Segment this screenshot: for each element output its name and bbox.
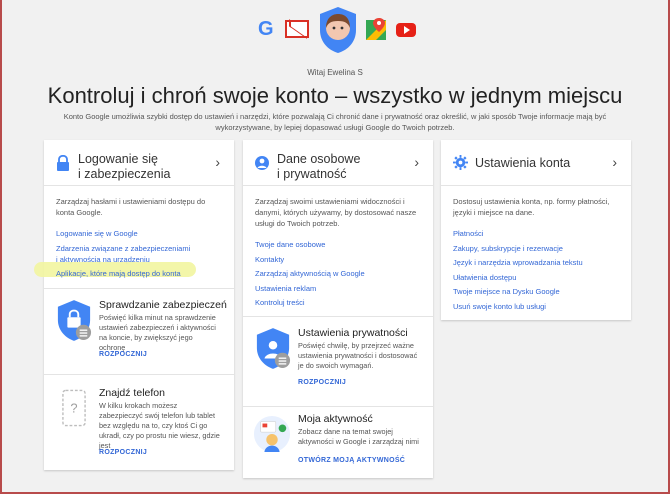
login-links: Logowanie się w Google Zdarzenia związan… [44, 218, 234, 279]
link-purchases[interactable]: Zakupy, subskrypcje i rezerwacje [453, 243, 619, 254]
login-security-card: Logowanie się i zabezpieczenia › Zarządz… [44, 140, 234, 470]
settings-links: Płatności Zakupy, subskrypcje i rezerwac… [441, 218, 631, 312]
security-check-shield-icon [57, 300, 92, 341]
google-icon[interactable]: G [258, 18, 274, 41]
privacy-check-text: Poświęć chwilę, by przejrzeć ważne ustaw… [298, 341, 418, 370]
gear-icon [453, 155, 468, 170]
welcome-text: Witaj Ewelina S [307, 68, 363, 77]
link-language[interactable]: Język i narzędzia wprowadzania tekstu [453, 257, 619, 268]
link-payments[interactable]: Płatności [453, 228, 619, 239]
my-activity-section: Moja aktywność Zobacz dane na temat swoj… [243, 406, 433, 478]
find-phone-section: ? Znajdź telefon W kilku krokach możesz … [44, 374, 234, 470]
chevron-right-icon[interactable]: › [414, 154, 419, 170]
link-ad-settings[interactable]: Ustawienia reklam [255, 283, 421, 294]
link-security-events[interactable]: Zdarzenia związane z zabezpieczeniami [56, 243, 222, 254]
account-settings-header[interactable]: Ustawienia konta › [441, 140, 631, 186]
link-control-content[interactable]: Kontroluj treści [255, 297, 421, 308]
my-activity-open-button[interactable]: OTWÓRZ MOJĄ AKTYWNOŚĆ [298, 457, 405, 464]
link-sign-in[interactable]: Logowanie się w Google [56, 228, 222, 239]
chevron-right-icon[interactable]: › [612, 154, 617, 170]
personal-title-line2: i prywatność [277, 167, 347, 181]
personal-links: Twoje dane osobowe Kontakty Zarządzaj ak… [243, 229, 433, 308]
gmail-icon[interactable] [285, 20, 309, 38]
privacy-check-section: Ustawienia prywatności Poświęć chwilę, b… [243, 316, 433, 404]
link-contacts[interactable]: Kontakty [255, 254, 421, 265]
privacy-check-title: Ustawienia prywatności [298, 327, 408, 339]
login-security-header[interactable]: Logowanie się i zabezpieczenia › [44, 140, 234, 186]
link-drive-storage[interactable]: Twoje miejsce na Dysku Google [453, 286, 619, 297]
link-delete-account[interactable]: Usuń swoje konto lub usługi [453, 301, 619, 312]
page-title: Kontroluj i chroń swoje konto – wszystko… [47, 83, 623, 108]
link-manage-activity[interactable]: Zarządzaj aktywnością w Google [255, 268, 421, 279]
account-settings-card: Ustawienia konta › Dostosuj ustawienia k… [441, 140, 631, 320]
personal-info-header[interactable]: Dane osobowe i prywatność › [243, 140, 433, 186]
login-card-desc: Zarządzaj hasłami i ustawieniami dostępu… [56, 197, 206, 217]
personal-title-line1: Dane osobowe [277, 152, 361, 166]
phone-icon: ? [62, 389, 86, 427]
link-accessibility[interactable]: Ułatwienia dostępu [453, 272, 619, 283]
lock-icon [57, 155, 69, 171]
maps-icon[interactable] [366, 18, 386, 40]
app-icons-bar: G [0, 6, 670, 56]
link-personal-data[interactable]: Twoje dane osobowe [255, 239, 421, 250]
my-activity-text: Zobacz dane na temat swojej aktywności w… [298, 427, 419, 446]
chevron-right-icon[interactable]: › [215, 154, 220, 170]
youtube-icon[interactable] [396, 23, 416, 37]
account-shield-icon [320, 7, 356, 53]
security-check-section: Sprawdzanie zabezpieczeń Poświęć kilka m… [44, 288, 234, 370]
login-title-line2: i zabezpieczenia [78, 167, 171, 181]
security-check-text: Poświęć kilka minut na sprawdzenie ustaw… [99, 313, 216, 352]
security-check-title: Sprawdzanie zabezpieczeń [99, 299, 227, 311]
login-title-line1: Logowanie się [78, 152, 158, 166]
svg-text:?: ? [70, 401, 77, 416]
personal-info-title: Dane osobowe i prywatność [277, 152, 360, 182]
privacy-check-start-button[interactable]: ROZPOCZNIJ [298, 379, 346, 386]
my-activity-icon [253, 415, 291, 453]
link-connected-apps[interactable]: Aplikacje, które mają dostęp do konta [56, 268, 222, 279]
login-security-title: Logowanie się i zabezpieczenia [78, 152, 170, 182]
my-activity-title: Moja aktywność [298, 413, 373, 425]
person-icon [255, 156, 269, 170]
personal-card-desc: Zarządzaj swoimi ustawieniami widocznośc… [255, 197, 417, 228]
intro-text: Konto Google umożliwia szybki dostęp do … [63, 112, 607, 132]
privacy-shield-icon [256, 328, 291, 369]
find-phone-start-button[interactable]: ROZPOCZNIJ [99, 449, 147, 456]
security-check-start-button[interactable]: ROZPOCZNIJ [99, 351, 147, 358]
personal-info-card: Dane osobowe i prywatność › Zarządzaj sw… [243, 140, 433, 478]
find-phone-title: Znajdź telefon [99, 387, 165, 399]
account-settings-title: Ustawienia konta [475, 156, 571, 170]
settings-card-desc: Dostosuj ustawienia konta, np. formy pła… [453, 197, 610, 217]
find-phone-text: W kilku krokach możesz zabezpieczyć swój… [99, 401, 220, 450]
